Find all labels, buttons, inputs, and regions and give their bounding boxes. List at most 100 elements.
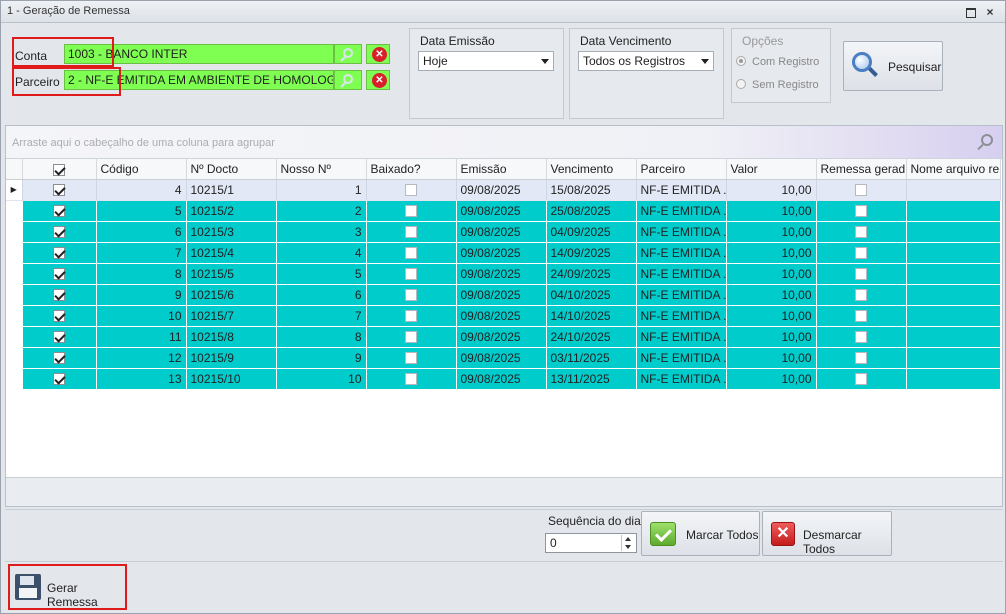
cell-emissao[interactable]: 09/08/2025: [456, 284, 547, 306]
cell-nosso[interactable]: 9: [276, 347, 367, 369]
cell-emissao[interactable]: 09/08/2025: [456, 263, 547, 285]
close-icon[interactable]: ×: [983, 5, 997, 19]
cell-codigo[interactable]: 7: [96, 242, 187, 264]
cell-remessa[interactable]: [816, 368, 907, 390]
cell-emissao[interactable]: 09/08/2025: [456, 347, 547, 369]
cell-parceiro[interactable]: NF-E EMITIDA ...: [636, 263, 727, 285]
cell-baixado[interactable]: [366, 326, 457, 348]
data-vencimento-select[interactable]: Todos os Registros: [578, 51, 714, 71]
cell-valor[interactable]: 10,00: [726, 368, 817, 390]
cell-remessa[interactable]: [816, 284, 907, 306]
cell-parceiro[interactable]: NF-E EMITIDA ...: [636, 305, 727, 327]
cell-baixado[interactable]: [366, 242, 457, 264]
row-checkbox[interactable]: [22, 179, 97, 201]
cell-arquivo[interactable]: [906, 221, 1001, 243]
col-vencimento[interactable]: Vencimento: [546, 159, 637, 180]
cell-valor[interactable]: 10,00: [726, 347, 817, 369]
cell-nosso[interactable]: 4: [276, 242, 367, 264]
cell-remessa[interactable]: [816, 242, 907, 264]
table-row[interactable]: 11 10215/8 8 09/08/2025 24/10/2025 NF-E EMITI…: [6, 326, 1001, 348]
pesquisar-button[interactable]: Pesquisar: [843, 41, 943, 91]
table-row[interactable]: 8 10215/5 5 09/08/2025 24/09/2025 NF-E EMITID…: [6, 263, 1001, 285]
conta-lookup-button[interactable]: [334, 44, 362, 64]
select-all-checkbox[interactable]: [22, 159, 97, 180]
com-registro-option[interactable]: Com Registro: [736, 56, 819, 68]
cell-arquivo[interactable]: [906, 284, 1001, 306]
cell-remessa[interactable]: [816, 200, 907, 222]
cell-remessa[interactable]: [816, 305, 907, 327]
cell-remessa[interactable]: [816, 221, 907, 243]
spin-down-icon[interactable]: [621, 543, 635, 551]
cell-codigo[interactable]: 4: [96, 179, 187, 201]
cell-codigo[interactable]: 13: [96, 368, 187, 390]
col-parceiro[interactable]: Parceiro: [636, 159, 727, 180]
table-row[interactable]: 7 10215/4 4 09/08/2025 14/09/2025 NF-E EMITID…: [6, 242, 1001, 264]
cell-docto[interactable]: 10215/8: [186, 326, 277, 348]
cell-parceiro[interactable]: NF-E EMITIDA ...: [636, 347, 727, 369]
table-row[interactable]: ▶ 4 10215/1 1 09/08/2025 15/08/2025 NF-E EMITI…: [6, 179, 1001, 201]
table-row[interactable]: 12 10215/9 9 09/08/2025 03/11/2025 NF-E EMITI…: [6, 347, 1001, 369]
cell-vencimento[interactable]: 24/10/2025: [546, 326, 637, 348]
cell-docto[interactable]: 10215/2: [186, 200, 277, 222]
cell-docto[interactable]: 10215/6: [186, 284, 277, 306]
cell-remessa[interactable]: [816, 347, 907, 369]
cell-parceiro[interactable]: NF-E EMITIDA ...: [636, 200, 727, 222]
cell-vencimento[interactable]: 04/10/2025: [546, 284, 637, 306]
cell-emissao[interactable]: 09/08/2025: [456, 200, 547, 222]
cell-valor[interactable]: 10,00: [726, 326, 817, 348]
cell-vencimento[interactable]: 24/09/2025: [546, 263, 637, 285]
cell-vencimento[interactable]: 04/09/2025: [546, 221, 637, 243]
cell-arquivo[interactable]: [906, 200, 1001, 222]
cell-nosso[interactable]: 6: [276, 284, 367, 306]
row-checkbox[interactable]: [22, 284, 97, 306]
col-remessa[interactable]: Remessa gerad...: [816, 159, 907, 180]
cell-baixado[interactable]: [366, 263, 457, 285]
sequencia-spinner[interactable]: 0: [545, 533, 637, 553]
cell-arquivo[interactable]: [906, 326, 1001, 348]
cell-emissao[interactable]: 09/08/2025: [456, 179, 547, 201]
spin-up-icon[interactable]: [621, 535, 635, 543]
cell-docto[interactable]: 10215/9: [186, 347, 277, 369]
cell-codigo[interactable]: 12: [96, 347, 187, 369]
cell-codigo[interactable]: 9: [96, 284, 187, 306]
cell-valor[interactable]: 10,00: [726, 284, 817, 306]
cell-baixado[interactable]: [366, 179, 457, 201]
table-row[interactable]: 6 10215/3 3 09/08/2025 04/09/2025 NF-E EMITID…: [6, 221, 1001, 243]
row-checkbox[interactable]: [22, 200, 97, 222]
cell-arquivo[interactable]: [906, 179, 1001, 201]
col-emissao[interactable]: Emissão: [456, 159, 547, 180]
cell-docto[interactable]: 10215/4: [186, 242, 277, 264]
cell-arquivo[interactable]: [906, 347, 1001, 369]
cell-vencimento[interactable]: 14/10/2025: [546, 305, 637, 327]
parceiro-lookup-button[interactable]: [334, 70, 362, 90]
cell-valor[interactable]: 10,00: [726, 263, 817, 285]
cell-vencimento[interactable]: 13/11/2025: [546, 368, 637, 390]
cell-remessa[interactable]: [816, 179, 907, 201]
cell-codigo[interactable]: 8: [96, 263, 187, 285]
cell-baixado[interactable]: [366, 284, 457, 306]
cell-baixado[interactable]: [366, 305, 457, 327]
parceiro-clear-button[interactable]: ✕: [366, 70, 390, 90]
marcar-todos-button[interactable]: Marcar Todos: [641, 511, 760, 556]
row-checkbox[interactable]: [22, 347, 97, 369]
cell-vencimento[interactable]: 14/09/2025: [546, 242, 637, 264]
cell-arquivo[interactable]: [906, 242, 1001, 264]
cell-docto[interactable]: 10215/10: [186, 368, 277, 390]
cell-codigo[interactable]: 5: [96, 200, 187, 222]
cell-baixado[interactable]: [366, 347, 457, 369]
cell-nosso[interactable]: 3: [276, 221, 367, 243]
cell-docto[interactable]: 10215/1: [186, 179, 277, 201]
cell-nosso[interactable]: 7: [276, 305, 367, 327]
cell-nosso[interactable]: 1: [276, 179, 367, 201]
cell-codigo[interactable]: 10: [96, 305, 187, 327]
cell-parceiro[interactable]: NF-E EMITIDA ...: [636, 326, 727, 348]
col-baixado[interactable]: Baixado?: [366, 159, 457, 180]
restore-icon[interactable]: [963, 5, 977, 19]
conta-clear-button[interactable]: ✕: [366, 44, 390, 64]
cell-remessa[interactable]: [816, 326, 907, 348]
cell-emissao[interactable]: 09/08/2025: [456, 221, 547, 243]
col-codigo[interactable]: Código: [96, 159, 187, 180]
cell-parceiro[interactable]: NF-E EMITIDA ...: [636, 242, 727, 264]
cell-emissao[interactable]: 09/08/2025: [456, 242, 547, 264]
cell-parceiro[interactable]: NF-E EMITIDA ...: [636, 221, 727, 243]
